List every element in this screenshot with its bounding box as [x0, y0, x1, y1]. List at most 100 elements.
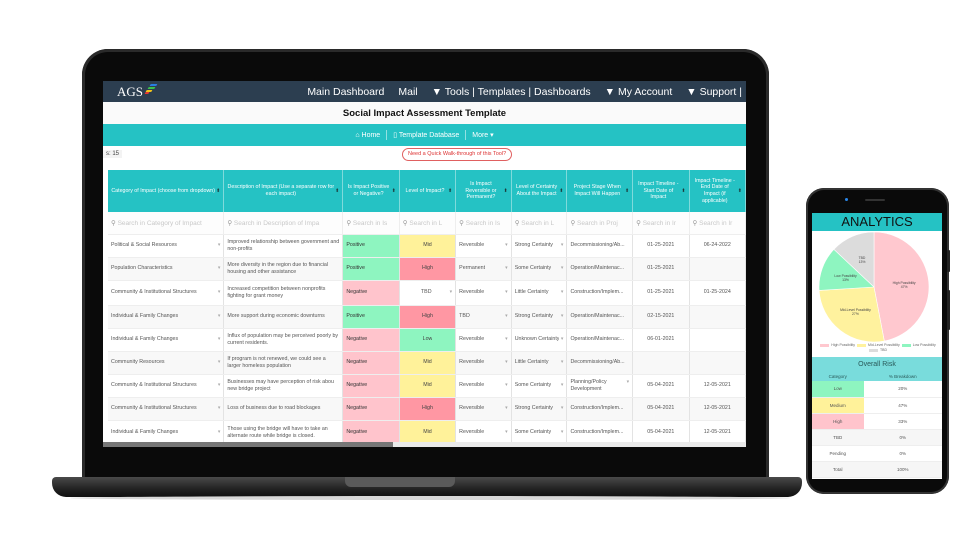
sort-icon[interactable]: ⬍ — [681, 188, 685, 194]
cell-certainty[interactable]: Strong Certainty ▾ — [511, 234, 568, 258]
cell-polarity[interactable]: Negative — [342, 280, 400, 306]
cell-description[interactable]: Increased competition between nonprofits… — [223, 280, 344, 306]
cell-stage[interactable]: Decommissioning/Ab... — [566, 351, 634, 375]
dropdown-chevron-icon[interactable]: ▾ — [505, 336, 508, 342]
dropdown-chevron-icon[interactable]: ▾ — [505, 359, 508, 365]
sort-icon[interactable]: ⬍ — [448, 188, 452, 194]
cell-certainty[interactable]: Some Certainty ▾ — [511, 257, 568, 281]
cell-stage[interactable]: Operation/Maintenac... — [566, 257, 634, 281]
dropdown-chevron-icon[interactable]: ▾ — [627, 379, 630, 385]
cell-level[interactable]: Mid — [399, 351, 457, 375]
cell-stage[interactable]: Operation/Maintenac... — [566, 328, 634, 352]
cell-stage[interactable]: Planning/Policy Development ▾ — [566, 374, 634, 398]
cell-start[interactable]: 05-04-2021 — [632, 374, 690, 398]
cell-reversible[interactable]: Reversible ▾ — [455, 351, 512, 375]
column-search-input[interactable]: ⚲ Search in Ir — [632, 212, 690, 235]
cell-category[interactable]: Community & Institutional Structures ▾ — [108, 397, 225, 421]
column-header[interactable]: Impact Timeline - Start Date of Impact ⬍ — [632, 170, 690, 212]
sort-icon[interactable]: ⬍ — [559, 188, 563, 194]
column-header[interactable]: Project Stage When Impact Will Happen ⬍ — [566, 170, 634, 212]
dropdown-chevron-icon[interactable]: ▾ — [561, 336, 564, 342]
dropdown-chevron-icon[interactable]: ▾ — [505, 382, 508, 388]
column-header[interactable]: Category of Impact (choose from dropdown… — [108, 170, 225, 212]
column-search-input[interactable]: ⚲ Search in Ir — [689, 212, 746, 235]
dropdown-chevron-icon[interactable]: ▾ — [218, 313, 221, 319]
cell-certainty[interactable]: Strong Certainty ▾ — [511, 397, 568, 421]
cell-polarity[interactable]: Negative — [342, 374, 400, 398]
cell-category[interactable]: Political & Social Resources ▾ — [108, 234, 225, 258]
cell-category[interactable]: Community & Institutional Structures ▾ — [108, 280, 225, 306]
sort-icon[interactable]: ⬍ — [738, 188, 742, 194]
column-search-input[interactable]: ⚲ Search in L — [399, 212, 457, 235]
cell-certainty[interactable]: Unknown Certainty ▾ — [511, 328, 568, 352]
cell-end[interactable]: 12-05-2021 — [689, 374, 746, 398]
cell-category[interactable]: Individual & Family Changes ▾ — [108, 328, 225, 352]
cell-end[interactable] — [689, 351, 746, 375]
dropdown-chevron-icon[interactable]: ▾ — [505, 265, 508, 271]
ags-logo[interactable]: AGS — [117, 83, 158, 100]
cell-reversible[interactable]: Reversible ▾ — [455, 374, 512, 398]
cell-polarity[interactable]: Positive — [342, 257, 400, 281]
dropdown-chevron-icon[interactable]: ▾ — [218, 336, 221, 342]
cell-end[interactable]: 06-24-2022 — [689, 234, 746, 258]
column-search-input[interactable]: ⚲ Search in Description of Impa — [223, 212, 344, 235]
dropdown-chevron-icon[interactable]: ▾ — [561, 359, 564, 365]
cell-description[interactable]: Influx of population may be perceived po… — [223, 328, 344, 352]
cell-polarity[interactable]: Negative — [342, 351, 400, 375]
legend-item[interactable]: Mid-Level Possibility — [855, 343, 900, 347]
dropdown-chevron-icon[interactable]: ▾ — [505, 429, 508, 435]
cell-stage[interactable]: Decommissioning/Ab... — [566, 234, 634, 258]
cell-level[interactable]: Mid — [399, 234, 457, 258]
cell-description[interactable]: Businesses may have perception of risk a… — [223, 374, 344, 398]
cell-category[interactable]: Community & Institutional Structures ▾ — [108, 374, 225, 398]
cell-certainty[interactable]: Little Certainty ▾ — [511, 351, 568, 375]
column-search-input[interactable]: ⚲ Search in Category of Impact — [108, 212, 225, 235]
cell-reversible[interactable]: Reversible ▾ — [455, 397, 512, 421]
horizontal-scrollbar[interactable] — [103, 442, 746, 447]
cell-start[interactable]: 06-01-2021 — [632, 328, 690, 352]
cell-end[interactable]: 12-05-2021 — [689, 397, 746, 421]
cell-end[interactable]: 01-25-2024 — [689, 280, 746, 306]
dropdown-chevron-icon[interactable]: ▾ — [218, 359, 221, 365]
cell-end[interactable] — [689, 328, 746, 352]
cell-level[interactable]: TBD ▾ — [399, 280, 457, 306]
sort-icon[interactable]: ⬍ — [503, 188, 507, 194]
cell-end[interactable] — [689, 305, 746, 329]
dropdown-chevron-icon[interactable]: ▾ — [450, 289, 453, 295]
template-database-link[interactable]: ▯ Template Database — [393, 131, 459, 139]
cell-level[interactable]: High — [399, 305, 457, 329]
dropdown-chevron-icon[interactable]: ▾ — [505, 289, 508, 295]
sort-icon[interactable]: ⬍ — [216, 188, 220, 194]
dropdown-chevron-icon[interactable]: ▾ — [218, 265, 221, 271]
cell-start[interactable]: 02-15-2021 — [632, 305, 690, 329]
dropdown-chevron-icon[interactable]: ▾ — [561, 265, 564, 271]
column-header[interactable]: Level of Impact? ⬍ — [399, 170, 457, 212]
cell-description[interactable]: Improved relationship between government… — [223, 234, 344, 258]
scrollbar-thumb[interactable] — [103, 442, 393, 447]
cell-level[interactable]: High — [399, 257, 457, 281]
sort-icon[interactable]: ⬍ — [392, 188, 396, 194]
cell-reversible[interactable]: Reversible ▾ — [455, 280, 512, 306]
dropdown-chevron-icon[interactable]: ▾ — [218, 382, 221, 388]
dropdown-chevron-icon[interactable]: ▾ — [505, 405, 508, 411]
cell-stage[interactable]: Operation/Maintenac... — [566, 305, 634, 329]
cell-certainty[interactable]: Some Certainty ▾ — [511, 374, 568, 398]
dropdown-chevron-icon[interactable]: ▾ — [561, 429, 564, 435]
cell-level[interactable]: Mid — [399, 374, 457, 398]
walkthrough-button[interactable]: Need a Quick Walk-through of this Tool? — [402, 148, 513, 161]
dropdown-chevron-icon[interactable]: ▾ — [218, 289, 221, 295]
cell-reversible[interactable]: Reversible ▾ — [455, 234, 512, 258]
cell-reversible[interactable]: TBD ▾ — [455, 305, 512, 329]
cell-description[interactable]: If program is not renewed, we could see … — [223, 351, 344, 375]
cell-start[interactable]: 01-25-2021 — [632, 234, 690, 258]
sort-icon[interactable]: ⬍ — [335, 188, 339, 194]
cell-polarity[interactable]: Positive — [342, 234, 400, 258]
column-header[interactable]: Level of Certainty About the Impact ⬍ — [511, 170, 568, 212]
cell-certainty[interactable]: Strong Certainty ▾ — [511, 305, 568, 329]
cell-end[interactable] — [689, 257, 746, 281]
cell-polarity[interactable]: Negative — [342, 328, 400, 352]
column-header[interactable]: Impact Timeline - End Date of Impact (if… — [689, 170, 746, 212]
dropdown-chevron-icon[interactable]: ▾ — [218, 429, 221, 435]
cell-stage[interactable]: Construction/Implem... — [566, 397, 634, 421]
dropdown-chevron-icon[interactable]: ▾ — [561, 242, 564, 248]
